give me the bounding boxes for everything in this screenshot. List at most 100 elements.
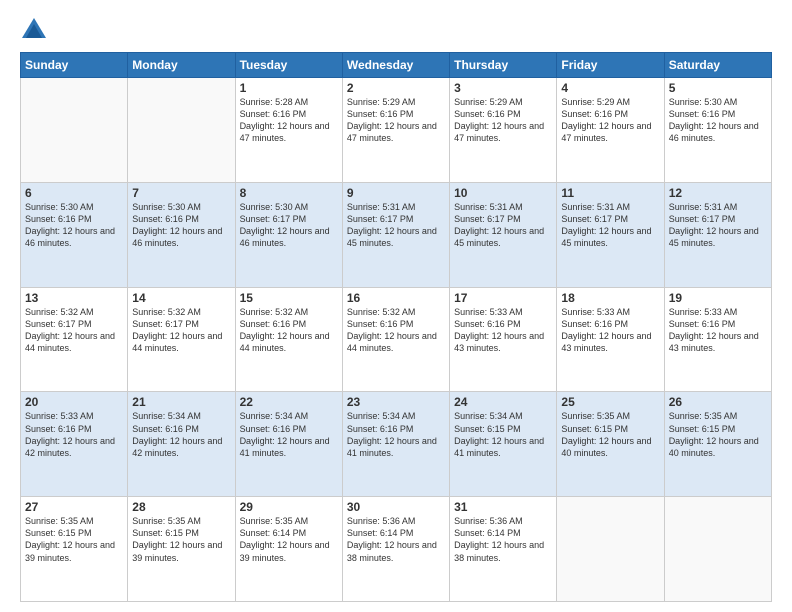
day-header-tuesday: Tuesday <box>235 53 342 78</box>
day-number: 23 <box>347 395 445 409</box>
day-header-wednesday: Wednesday <box>342 53 449 78</box>
day-number: 16 <box>347 291 445 305</box>
day-info: Sunrise: 5:32 AM Sunset: 6:16 PM Dayligh… <box>240 306 338 355</box>
day-info: Sunrise: 5:34 AM Sunset: 6:16 PM Dayligh… <box>240 410 338 459</box>
day-header-monday: Monday <box>128 53 235 78</box>
calendar-cell: 23Sunrise: 5:34 AM Sunset: 6:16 PM Dayli… <box>342 392 449 497</box>
day-number: 25 <box>561 395 659 409</box>
day-number: 20 <box>25 395 123 409</box>
calendar-cell: 29Sunrise: 5:35 AM Sunset: 6:14 PM Dayli… <box>235 497 342 602</box>
day-number: 2 <box>347 81 445 95</box>
calendar-cell: 15Sunrise: 5:32 AM Sunset: 6:16 PM Dayli… <box>235 287 342 392</box>
day-info: Sunrise: 5:35 AM Sunset: 6:15 PM Dayligh… <box>561 410 659 459</box>
day-info: Sunrise: 5:33 AM Sunset: 6:16 PM Dayligh… <box>25 410 123 459</box>
day-number: 17 <box>454 291 552 305</box>
calendar-cell <box>21 78 128 183</box>
calendar-cell <box>128 78 235 183</box>
day-number: 29 <box>240 500 338 514</box>
day-number: 14 <box>132 291 230 305</box>
day-info: Sunrise: 5:34 AM Sunset: 6:15 PM Dayligh… <box>454 410 552 459</box>
calendar-cell: 14Sunrise: 5:32 AM Sunset: 6:17 PM Dayli… <box>128 287 235 392</box>
day-number: 5 <box>669 81 767 95</box>
calendar-cell <box>557 497 664 602</box>
calendar-cell: 11Sunrise: 5:31 AM Sunset: 6:17 PM Dayli… <box>557 182 664 287</box>
day-number: 21 <box>132 395 230 409</box>
calendar-cell: 16Sunrise: 5:32 AM Sunset: 6:16 PM Dayli… <box>342 287 449 392</box>
day-info: Sunrise: 5:29 AM Sunset: 6:16 PM Dayligh… <box>347 96 445 145</box>
calendar-cell: 3Sunrise: 5:29 AM Sunset: 6:16 PM Daylig… <box>450 78 557 183</box>
calendar-cell: 22Sunrise: 5:34 AM Sunset: 6:16 PM Dayli… <box>235 392 342 497</box>
day-number: 30 <box>347 500 445 514</box>
day-number: 10 <box>454 186 552 200</box>
day-info: Sunrise: 5:32 AM Sunset: 6:17 PM Dayligh… <box>132 306 230 355</box>
day-info: Sunrise: 5:35 AM Sunset: 6:15 PM Dayligh… <box>669 410 767 459</box>
day-number: 24 <box>454 395 552 409</box>
day-header-thursday: Thursday <box>450 53 557 78</box>
day-info: Sunrise: 5:30 AM Sunset: 6:16 PM Dayligh… <box>25 201 123 250</box>
day-info: Sunrise: 5:33 AM Sunset: 6:16 PM Dayligh… <box>561 306 659 355</box>
calendar-cell: 9Sunrise: 5:31 AM Sunset: 6:17 PM Daylig… <box>342 182 449 287</box>
day-number: 8 <box>240 186 338 200</box>
day-info: Sunrise: 5:33 AM Sunset: 6:16 PM Dayligh… <box>454 306 552 355</box>
calendar-cell: 20Sunrise: 5:33 AM Sunset: 6:16 PM Dayli… <box>21 392 128 497</box>
calendar-cell: 24Sunrise: 5:34 AM Sunset: 6:15 PM Dayli… <box>450 392 557 497</box>
day-number: 1 <box>240 81 338 95</box>
day-info: Sunrise: 5:30 AM Sunset: 6:17 PM Dayligh… <box>240 201 338 250</box>
day-number: 19 <box>669 291 767 305</box>
calendar-cell: 30Sunrise: 5:36 AM Sunset: 6:14 PM Dayli… <box>342 497 449 602</box>
day-number: 26 <box>669 395 767 409</box>
day-info: Sunrise: 5:31 AM Sunset: 6:17 PM Dayligh… <box>454 201 552 250</box>
logo-icon <box>20 16 48 44</box>
day-info: Sunrise: 5:34 AM Sunset: 6:16 PM Dayligh… <box>132 410 230 459</box>
day-info: Sunrise: 5:30 AM Sunset: 6:16 PM Dayligh… <box>132 201 230 250</box>
day-number: 7 <box>132 186 230 200</box>
day-info: Sunrise: 5:31 AM Sunset: 6:17 PM Dayligh… <box>347 201 445 250</box>
day-info: Sunrise: 5:34 AM Sunset: 6:16 PM Dayligh… <box>347 410 445 459</box>
day-header-sunday: Sunday <box>21 53 128 78</box>
day-number: 12 <box>669 186 767 200</box>
calendar-week-2: 6Sunrise: 5:30 AM Sunset: 6:16 PM Daylig… <box>21 182 772 287</box>
calendar-header-row: SundayMondayTuesdayWednesdayThursdayFrid… <box>21 53 772 78</box>
day-info: Sunrise: 5:31 AM Sunset: 6:17 PM Dayligh… <box>669 201 767 250</box>
calendar-cell: 8Sunrise: 5:30 AM Sunset: 6:17 PM Daylig… <box>235 182 342 287</box>
calendar-week-1: 1Sunrise: 5:28 AM Sunset: 6:16 PM Daylig… <box>21 78 772 183</box>
calendar-cell: 19Sunrise: 5:33 AM Sunset: 6:16 PM Dayli… <box>664 287 771 392</box>
calendar-cell: 13Sunrise: 5:32 AM Sunset: 6:17 PM Dayli… <box>21 287 128 392</box>
day-number: 11 <box>561 186 659 200</box>
day-number: 18 <box>561 291 659 305</box>
calendar-cell: 17Sunrise: 5:33 AM Sunset: 6:16 PM Dayli… <box>450 287 557 392</box>
calendar-cell: 4Sunrise: 5:29 AM Sunset: 6:16 PM Daylig… <box>557 78 664 183</box>
calendar-cell <box>664 497 771 602</box>
calendar-cell: 21Sunrise: 5:34 AM Sunset: 6:16 PM Dayli… <box>128 392 235 497</box>
day-info: Sunrise: 5:29 AM Sunset: 6:16 PM Dayligh… <box>561 96 659 145</box>
day-number: 22 <box>240 395 338 409</box>
day-info: Sunrise: 5:35 AM Sunset: 6:15 PM Dayligh… <box>132 515 230 564</box>
day-info: Sunrise: 5:31 AM Sunset: 6:17 PM Dayligh… <box>561 201 659 250</box>
day-info: Sunrise: 5:32 AM Sunset: 6:17 PM Dayligh… <box>25 306 123 355</box>
calendar-cell: 18Sunrise: 5:33 AM Sunset: 6:16 PM Dayli… <box>557 287 664 392</box>
day-info: Sunrise: 5:29 AM Sunset: 6:16 PM Dayligh… <box>454 96 552 145</box>
logo <box>20 16 50 44</box>
day-info: Sunrise: 5:35 AM Sunset: 6:14 PM Dayligh… <box>240 515 338 564</box>
page: SundayMondayTuesdayWednesdayThursdayFrid… <box>0 0 792 612</box>
day-header-saturday: Saturday <box>664 53 771 78</box>
day-info: Sunrise: 5:30 AM Sunset: 6:16 PM Dayligh… <box>669 96 767 145</box>
day-info: Sunrise: 5:32 AM Sunset: 6:16 PM Dayligh… <box>347 306 445 355</box>
calendar-cell: 5Sunrise: 5:30 AM Sunset: 6:16 PM Daylig… <box>664 78 771 183</box>
calendar-cell: 6Sunrise: 5:30 AM Sunset: 6:16 PM Daylig… <box>21 182 128 287</box>
day-number: 13 <box>25 291 123 305</box>
header <box>20 16 772 44</box>
day-info: Sunrise: 5:36 AM Sunset: 6:14 PM Dayligh… <box>347 515 445 564</box>
day-info: Sunrise: 5:28 AM Sunset: 6:16 PM Dayligh… <box>240 96 338 145</box>
calendar-cell: 31Sunrise: 5:36 AM Sunset: 6:14 PM Dayli… <box>450 497 557 602</box>
day-number: 6 <box>25 186 123 200</box>
calendar-cell: 27Sunrise: 5:35 AM Sunset: 6:15 PM Dayli… <box>21 497 128 602</box>
day-number: 4 <box>561 81 659 95</box>
calendar-cell: 1Sunrise: 5:28 AM Sunset: 6:16 PM Daylig… <box>235 78 342 183</box>
calendar-cell: 28Sunrise: 5:35 AM Sunset: 6:15 PM Dayli… <box>128 497 235 602</box>
calendar-cell: 12Sunrise: 5:31 AM Sunset: 6:17 PM Dayli… <box>664 182 771 287</box>
day-number: 27 <box>25 500 123 514</box>
calendar-cell: 10Sunrise: 5:31 AM Sunset: 6:17 PM Dayli… <box>450 182 557 287</box>
day-info: Sunrise: 5:33 AM Sunset: 6:16 PM Dayligh… <box>669 306 767 355</box>
calendar-week-3: 13Sunrise: 5:32 AM Sunset: 6:17 PM Dayli… <box>21 287 772 392</box>
